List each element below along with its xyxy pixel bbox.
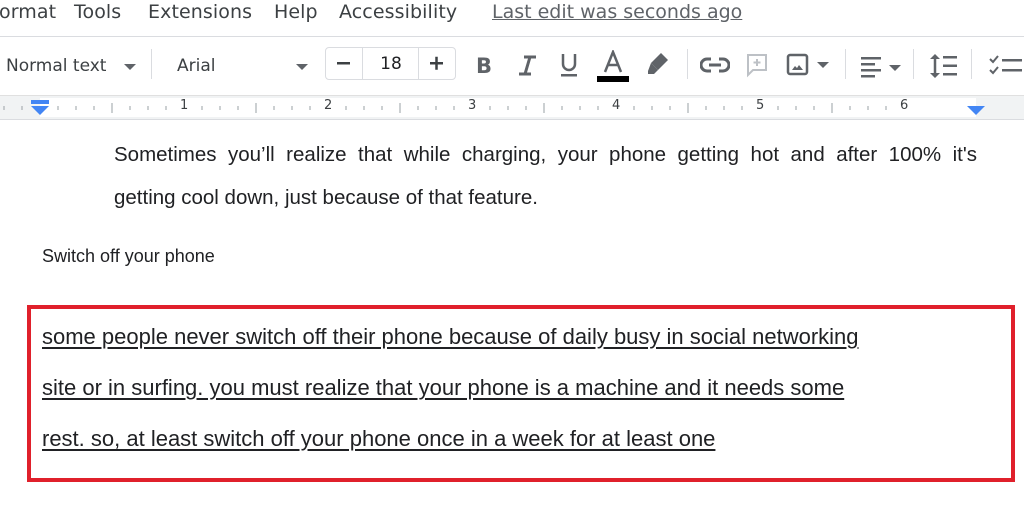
ruler-number: 1	[180, 98, 189, 113]
left-indent-marker[interactable]	[30, 100, 50, 116]
add-comment-icon	[747, 54, 767, 78]
svg-text:B: B	[476, 54, 492, 77]
insert-image-icon	[786, 53, 829, 76]
plus-icon	[430, 56, 443, 70]
increase-font-size-button[interactable]	[418, 48, 455, 79]
formatting-toolbar: Normal text Arial 18 B	[0, 37, 1024, 94]
paragraph-line: Sometimes you’ll realize that while char…	[114, 143, 977, 166]
align-left-icon	[861, 57, 901, 78]
checklist-icon	[989, 55, 1022, 75]
chevron-down-icon	[124, 64, 136, 70]
menu-bar: ormat Tools Extensions Help Accessibilit…	[0, 0, 1024, 37]
underline-icon	[561, 54, 577, 77]
ruler-number: 6	[900, 98, 909, 113]
paragraph-line: rest. so, at least switch off your phone…	[42, 426, 716, 451]
toolbar-divider	[151, 49, 152, 79]
menu-accessibility[interactable]: Accessibility	[339, 1, 457, 23]
bold-button[interactable]: B	[473, 53, 497, 77]
ruler-ticks	[3, 103, 887, 113]
toolbar-divider	[971, 49, 972, 79]
checklist-button[interactable]	[988, 53, 1024, 77]
text-color-icon	[597, 50, 629, 82]
font-family-dropdown[interactable]: Arial	[160, 37, 315, 94]
toolbar-divider	[845, 49, 846, 79]
menu-format[interactable]: ormat	[0, 1, 56, 23]
underline-button[interactable]	[557, 51, 581, 79]
align-button[interactable]	[860, 55, 906, 79]
menu-tools[interactable]: Tools	[74, 1, 121, 23]
link-icon	[700, 57, 730, 73]
ruler-number: 4	[612, 98, 621, 113]
horizontal-ruler[interactable]: 1 2 3 4 5 6	[0, 95, 1024, 120]
highlight-color-button[interactable]	[645, 51, 671, 77]
paragraph-line: getting cool down, just because of that …	[114, 186, 538, 209]
text-color-button[interactable]	[597, 50, 631, 84]
chevron-down-icon	[817, 62, 829, 68]
paragraph-line: some people never switch off their phone…	[42, 324, 859, 349]
insert-link-button[interactable]	[700, 55, 730, 75]
ruler-number: 2	[324, 98, 333, 113]
ruler-number: 3	[468, 98, 477, 113]
section-heading[interactable]: Switch off your phone	[42, 246, 215, 267]
bold-icon: B	[476, 54, 492, 77]
decrease-font-size-button[interactable]	[326, 48, 363, 79]
ruler-number: 5	[756, 98, 765, 113]
right-indent-marker[interactable]	[966, 105, 986, 117]
paragraph-style-value: Normal text	[6, 56, 107, 76]
font-size-stepper: 18	[325, 47, 456, 80]
body-paragraph[interactable]: Sometimes you’ll realize that while char…	[114, 133, 977, 219]
toolbar-divider	[687, 49, 688, 79]
chevron-down-icon	[296, 64, 308, 70]
font-family-value: Arial	[177, 56, 216, 76]
paragraph-line: site or in surfing. you must realize tha…	[42, 375, 845, 400]
insert-image-button[interactable]	[785, 53, 833, 77]
minus-icon	[337, 62, 350, 65]
line-spacing-icon	[930, 54, 957, 78]
menu-help[interactable]: Help	[274, 1, 318, 23]
document-page[interactable]: Sometimes you’ll realize that while char…	[0, 121, 1024, 521]
italic-icon	[519, 55, 536, 76]
last-edit-link[interactable]: Last edit was seconds ago	[492, 1, 742, 23]
toolbar-divider	[913, 49, 914, 79]
line-spacing-button[interactable]	[929, 52, 959, 80]
italic-button[interactable]	[515, 53, 539, 77]
highlighter-icon	[648, 53, 668, 74]
add-comment-button[interactable]	[745, 52, 769, 78]
indent-marker-icon	[967, 106, 985, 115]
text-color-swatch	[597, 76, 629, 82]
underlined-paragraph[interactable]: some people never switch off their phone…	[42, 311, 992, 464]
chevron-down-icon	[889, 65, 901, 71]
indent-marker-icon	[31, 100, 49, 115]
font-size-input[interactable]: 18	[363, 54, 419, 74]
menu-extensions[interactable]: Extensions	[148, 1, 252, 23]
paragraph-style-dropdown[interactable]: Normal text	[0, 37, 145, 94]
